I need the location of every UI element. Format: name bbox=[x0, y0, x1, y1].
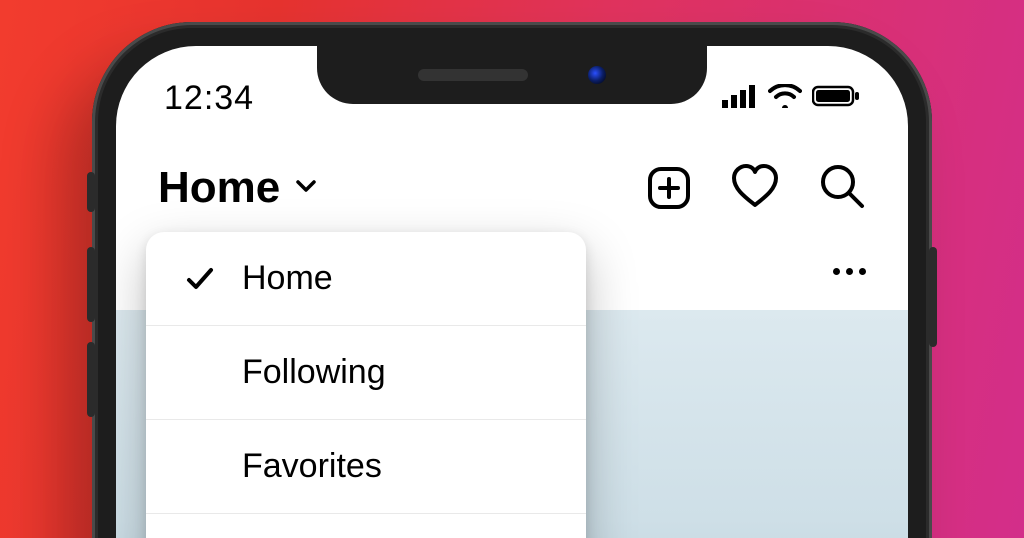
dropdown-item-home[interactable]: Home bbox=[146, 232, 586, 326]
mute-switch bbox=[87, 172, 95, 212]
dropdown-item-label: Following bbox=[242, 353, 386, 392]
feed-dropdown: Home Following Favorites Manage favorite… bbox=[146, 232, 586, 538]
clock: 12:34 bbox=[164, 63, 254, 118]
volume-up-button bbox=[87, 247, 95, 322]
front-camera bbox=[588, 66, 606, 84]
dropdown-item-label: Home bbox=[242, 259, 333, 298]
new-post-button[interactable] bbox=[646, 165, 692, 211]
screen: 12:34 Home bbox=[116, 46, 908, 538]
volume-down-button bbox=[87, 342, 95, 417]
more-icon bbox=[833, 268, 866, 275]
phone-frame: 12:34 Home bbox=[92, 22, 932, 538]
feed-selector[interactable]: Home bbox=[158, 163, 318, 213]
speaker-grille bbox=[418, 69, 528, 81]
dropdown-item-manage-favorites[interactable]: Manage favorites bbox=[146, 514, 586, 538]
checkmark-icon bbox=[180, 264, 220, 294]
dropdown-item-following[interactable]: Following bbox=[146, 326, 586, 420]
chevron-down-icon bbox=[294, 174, 318, 203]
background: 12:34 Home bbox=[0, 0, 1024, 538]
wifi-icon bbox=[768, 84, 802, 113]
heart-icon bbox=[730, 163, 780, 214]
search-icon bbox=[818, 162, 866, 215]
app-header: Home bbox=[116, 144, 908, 232]
dropdown-item-favorites[interactable]: Favorites bbox=[146, 420, 586, 514]
page-title: Home bbox=[158, 163, 280, 213]
header-actions bbox=[646, 162, 866, 215]
search-button[interactable] bbox=[818, 162, 866, 215]
status-icons bbox=[722, 68, 860, 113]
activity-button[interactable] bbox=[730, 163, 780, 214]
notch bbox=[317, 46, 707, 104]
cellular-icon bbox=[722, 84, 758, 113]
dropdown-item-label: Favorites bbox=[242, 447, 382, 486]
power-button bbox=[929, 247, 937, 347]
post-more-button[interactable] bbox=[833, 268, 866, 275]
battery-icon bbox=[812, 84, 860, 113]
